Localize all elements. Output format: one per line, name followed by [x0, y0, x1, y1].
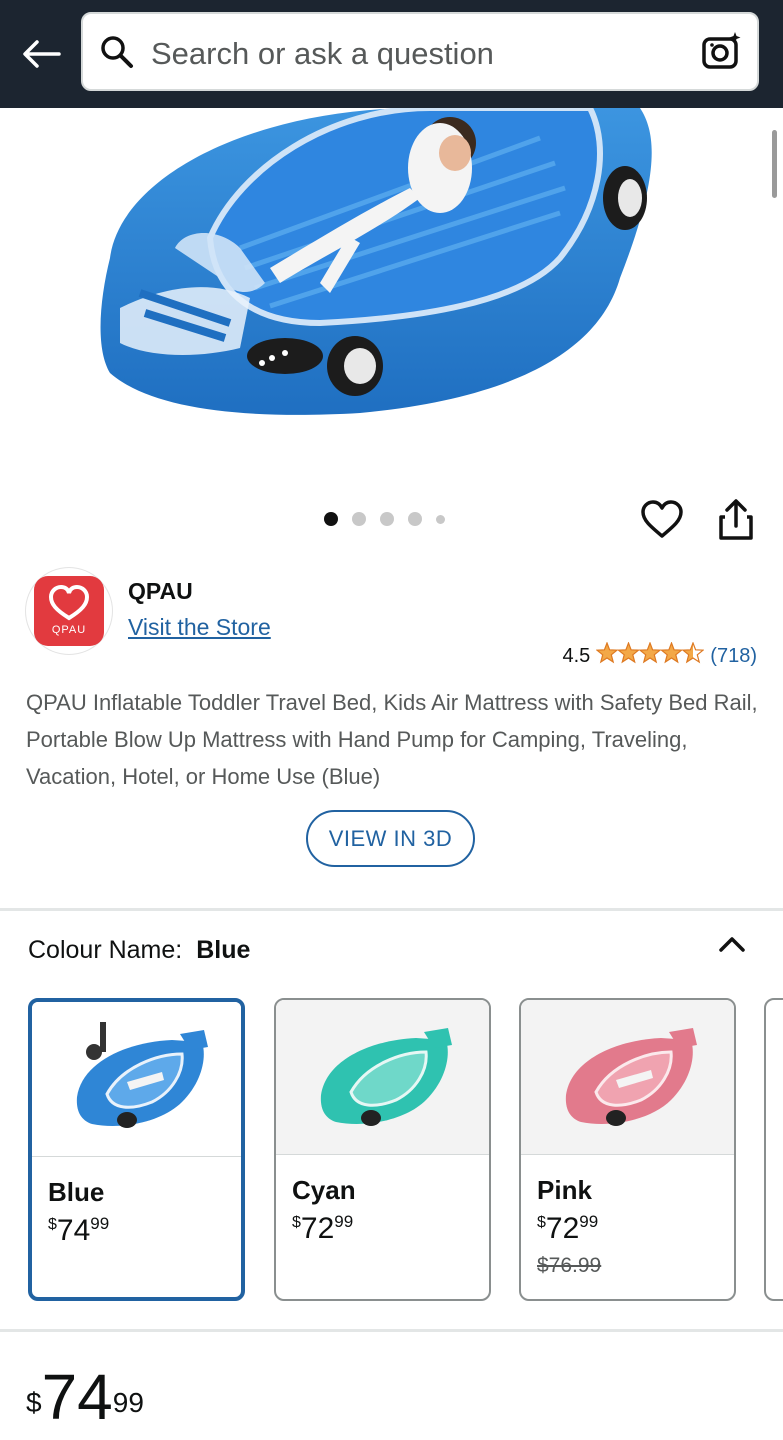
- price-whole: 74: [41, 1361, 113, 1433]
- store-logo-text: QPAU: [51, 624, 87, 636]
- section-divider: [0, 908, 783, 911]
- variant-image: [276, 1000, 489, 1155]
- visit-store-link[interactable]: Visit the Store: [128, 614, 271, 641]
- variant-option-pink[interactable]: Pink $7299 $76.99: [519, 998, 736, 1301]
- variant-price: $7299: [537, 1212, 598, 1246]
- image-pagination[interactable]: [324, 512, 445, 526]
- variant-price: $7299: [292, 1212, 353, 1246]
- camera-icon[interactable]: [701, 30, 743, 77]
- variant-name: Cyan: [292, 1175, 356, 1205]
- colour-name-label: Colour Name: Blue: [28, 936, 250, 965]
- pagination-dot[interactable]: [408, 512, 422, 526]
- search-icon: [99, 34, 135, 75]
- pagination-dot[interactable]: [436, 514, 445, 524]
- price-currency: $: [26, 1387, 42, 1418]
- star-rating: [595, 641, 705, 670]
- store-logo[interactable]: QPAU: [26, 568, 112, 654]
- rating-summary[interactable]: 4.5 (718): [562, 641, 757, 670]
- pagination-dot[interactable]: [324, 512, 338, 526]
- variant-option-partial[interactable]: [764, 998, 783, 1301]
- heart-icon[interactable]: [640, 500, 684, 540]
- scrollbar[interactable]: [772, 130, 777, 198]
- search-bar[interactable]: Search or ask a question: [81, 12, 759, 91]
- view-in-3d-button[interactable]: VIEW IN 3D: [306, 810, 475, 867]
- product-image[interactable]: [0, 105, 783, 488]
- variant-price-cents: 99: [334, 1212, 354, 1231]
- variant-option-blue[interactable]: Blue $7499: [28, 998, 245, 1301]
- variant-name: Blue: [48, 1177, 105, 1207]
- colour-label-text: Colour Name:: [28, 936, 183, 964]
- share-icon[interactable]: [716, 498, 756, 542]
- rating-count[interactable]: (718): [710, 645, 757, 668]
- variant-list-price: $76.99: [537, 1254, 602, 1277]
- variant-price: $7499: [48, 1214, 109, 1248]
- variant-currency: $: [537, 1214, 546, 1231]
- variant-price-cents: 99: [90, 1214, 110, 1233]
- selected-colour: Blue: [196, 936, 251, 964]
- variant-price-cents: 99: [579, 1212, 599, 1231]
- variant-image: [32, 1002, 241, 1157]
- variant-price-whole: 72: [300, 1212, 335, 1245]
- variant-price-whole: 72: [545, 1212, 580, 1245]
- price-cents: 99: [112, 1387, 144, 1418]
- variant-image: [521, 1000, 734, 1155]
- brand-name: QPAU: [128, 578, 193, 604]
- variant-price-whole: 74: [56, 1214, 91, 1247]
- pagination-dot[interactable]: [352, 512, 366, 526]
- pagination-dot[interactable]: [380, 512, 394, 526]
- rating-value: 4.5: [562, 644, 591, 667]
- section-divider: [0, 1329, 783, 1332]
- variant-name: Pink: [537, 1175, 592, 1205]
- variant-currency: $: [292, 1214, 301, 1231]
- top-bar: Search or ask a question: [0, 0, 783, 108]
- main-price: $7499: [26, 1362, 144, 1432]
- back-arrow-icon[interactable]: [18, 32, 64, 76]
- product-title: QPAU Inflatable Toddler Travel Bed, Kids…: [26, 690, 758, 789]
- search-input[interactable]: Search or ask a question: [151, 36, 494, 72]
- variant-currency: $: [48, 1216, 57, 1233]
- chevron-up-icon[interactable]: [718, 932, 746, 956]
- variant-option-cyan[interactable]: Cyan $7299: [274, 998, 491, 1301]
